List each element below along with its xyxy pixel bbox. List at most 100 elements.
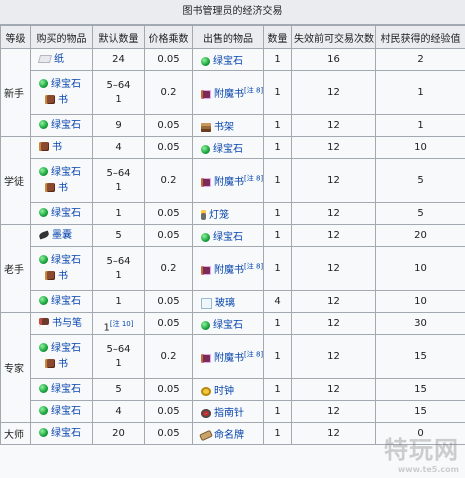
buy-item-link[interactable]: 绿宝石 [51,296,81,307]
villager-xp: 5 [417,208,424,219]
default-count-cell: 24 [92,48,145,71]
buy-item: 绿宝石 [39,165,90,181]
max-uses: 12 [327,142,340,153]
buy-item-link[interactable]: 绿宝石 [51,255,81,266]
table-row: 绿宝石 9 0.05 书架 1 12 1 [1,114,465,137]
buy-item-link[interactable]: 绿宝石 [51,384,81,395]
level-label: 学徒 [4,177,24,188]
level-label: 新手 [4,89,24,100]
level-cell: 专家 [0,312,31,423]
price-multiplier: 0.2 [160,87,177,98]
default-count-cell: 5–64 1 [92,334,145,379]
sell-item-link[interactable]: 附魔书 [214,89,244,100]
buy-item-link[interactable]: 绿宝石 [51,167,81,178]
sell-item-link[interactable]: 绿宝石 [213,320,243,331]
buy-item-link[interactable]: 书 [58,271,68,282]
max-uses-cell: 12 [291,290,376,313]
buy-item-link[interactable]: 书与笔 [52,318,82,329]
buy-item-link[interactable]: 绿宝石 [51,343,81,354]
buy-item-link[interactable]: 纸 [54,54,64,65]
default-count-value: 24 [112,53,125,65]
header-sell-item: 出售的物品 [192,25,264,49]
buy-item-link[interactable]: 书 [58,359,68,370]
default-count-value: 9 [115,119,122,131]
sell-item-note[interactable]: [注 8] [244,351,263,359]
sell-item-link[interactable]: 灯笼 [209,210,229,221]
table-row: 绿宝石 1 0.05 玻璃 4 12 10 [1,290,465,313]
default-count: 20 [95,427,142,441]
default-count-cell: 1[注 10] [92,312,145,335]
buy-item-link[interactable]: 绿宝石 [51,428,81,439]
villager-xp-cell: 10 [375,246,465,291]
sell-item-note[interactable]: [注 8] [244,175,263,183]
level-label: 专家 [4,364,24,375]
emerald-icon [39,384,48,393]
villager-xp: 1 [417,87,424,98]
sell-item-link[interactable]: 指南针 [214,408,244,419]
sell-item-link[interactable]: 附魔书 [214,177,244,188]
emerald-icon [39,428,48,437]
buy-item-cell: 书与笔 [30,312,93,335]
emerald-icon [39,79,48,88]
sell-item-link[interactable]: 绿宝石 [213,144,243,155]
header-price-multiplier: 价格乘数 [144,25,193,49]
emerald-icon [39,255,48,264]
sell-item-link[interactable]: 命名牌 [214,430,244,441]
buy-item-link[interactable]: 绿宝石 [51,120,81,131]
sell-item-link[interactable]: 绿宝石 [213,232,243,243]
price-multiplier-cell: 0.05 [144,290,193,313]
count-note[interactable]: [注 10] [110,320,134,328]
header-buy-item: 购买的物品 [30,25,93,49]
quantity-cell: 1 [263,422,292,445]
max-uses-cell: 12 [291,334,376,379]
watermark: 特玩网 www.te5.com [384,430,459,474]
sell-item-note[interactable]: [注 8] [244,87,263,95]
buy-item-link[interactable]: 绿宝石 [51,208,81,219]
buy-item-cell: 绿宝石 [30,378,93,401]
price-multiplier-cell: 0.05 [144,202,193,225]
default-count: 4 [95,405,142,419]
villager-xp: 20 [414,230,427,241]
villager-xp-cell: 1 [375,70,465,115]
villager-xp-cell: 15 [375,400,465,423]
quantity: 1 [274,120,281,131]
price-multiplier-cell: 0.05 [144,136,193,159]
default-count-value: 5–64 [106,255,131,267]
buy-item-link[interactable]: 书 [58,95,68,106]
sell-item-link[interactable]: 玻璃 [215,298,235,309]
table-row: 绿宝石书 5–64 1 0.2 附魔书[注 8] 1 12 10 [1,246,465,291]
max-uses: 12 [327,296,340,307]
quantity-cell: 1 [263,378,292,401]
price-multiplier-cell: 0.05 [144,224,193,247]
header-default-count: 默认数量 [92,25,145,49]
default-count-value: 1 [115,181,122,193]
sell-item-link[interactable]: 附魔书 [214,353,244,364]
sell-item-link[interactable]: 绿宝石 [213,56,243,67]
villager-xp: 15 [414,406,427,417]
buy-item-link[interactable]: 墨囊 [52,230,72,241]
emerald-icon [201,144,210,154]
max-uses-cell: 12 [291,400,376,423]
quantity-cell: 1 [263,224,292,247]
watermark-main: 特玩网 [384,436,459,464]
sell-item-link[interactable]: 时钟 [214,386,234,397]
sell-item-note[interactable]: [注 8] [244,263,263,271]
sell-item-cell: 附魔书[注 8] [192,334,264,379]
sell-item-link[interactable]: 附魔书 [214,265,244,276]
sell-item-link[interactable]: 书架 [214,122,234,133]
default-count-cell: 5 [92,378,145,401]
buy-item-link[interactable]: 书 [52,142,62,153]
buy-item-link[interactable]: 绿宝石 [51,406,81,417]
table-caption: 图书管理员的经济交易 [0,0,465,25]
buy-item-link[interactable]: 书 [58,183,68,194]
price-multiplier: 0.2 [160,351,177,362]
buy-item: 绿宝石 [39,77,90,93]
table-row: 绿宝石 1 0.05 灯笼 1 12 5 [1,202,465,225]
header-level: 等级 [0,25,31,49]
book-icon [45,95,55,104]
buy-item-link[interactable]: 绿宝石 [51,79,81,90]
table-row: 新手 纸 24 0.05 绿宝石 1 16 2 [0,48,465,137]
header-villager-xp: 村民获得的经验值 [375,25,465,49]
quantity: 1 [274,318,281,329]
villager-xp-cell: 20 [375,224,465,247]
